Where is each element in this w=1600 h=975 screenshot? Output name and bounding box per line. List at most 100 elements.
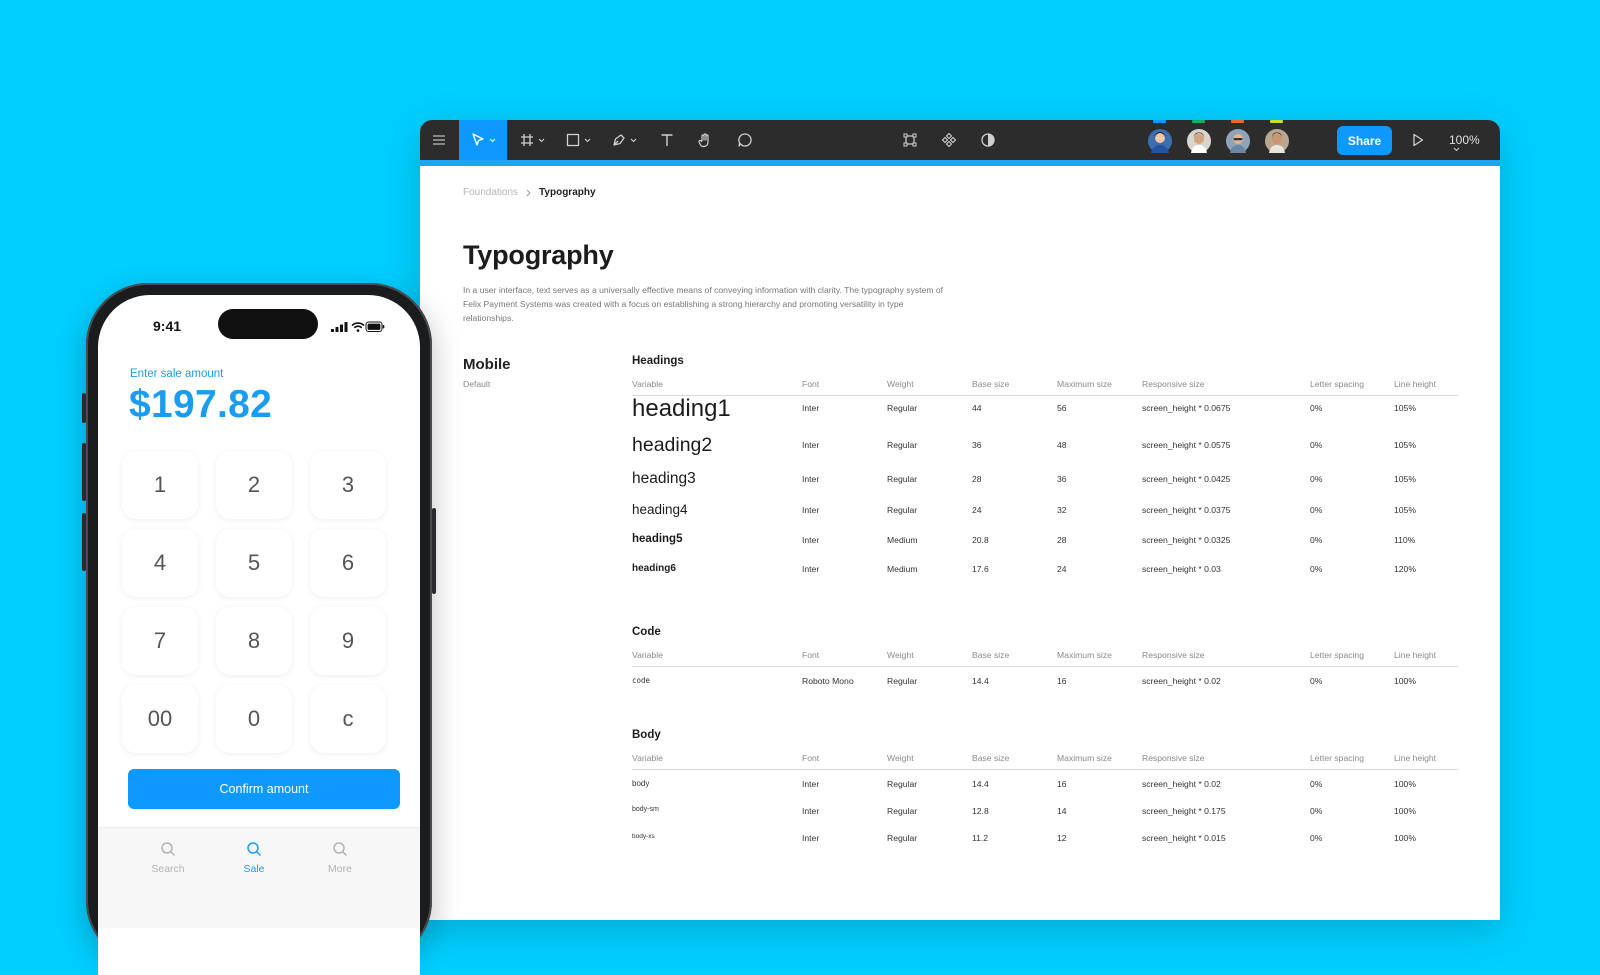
keypad-key-2[interactable]: 2 — [216, 451, 292, 519]
menu-icon[interactable] — [420, 120, 458, 160]
shape-tool-button[interactable] — [560, 120, 596, 160]
page-title: Typography — [463, 240, 614, 270]
move-tool-button[interactable] — [459, 120, 507, 160]
keypad-key-9[interactable]: 9 — [310, 607, 386, 675]
cell-line-height: 100% — [1394, 806, 1416, 816]
search-icon — [247, 842, 261, 856]
confirm-amount-button[interactable]: Confirm amount — [128, 769, 400, 809]
cell-letter-spacing: 0% — [1310, 806, 1323, 816]
cell-base-size: 36 — [972, 440, 982, 450]
presence-indicator — [1192, 120, 1205, 123]
presence-indicator — [1153, 120, 1166, 123]
chevron-down-icon — [489, 138, 496, 142]
cell-variable: heading5 — [632, 533, 683, 545]
cell-base-size: 12.8 — [972, 806, 989, 816]
share-button[interactable]: Share — [1337, 126, 1392, 155]
column-header: Variable — [632, 753, 663, 763]
frame-tool-button[interactable] — [514, 120, 550, 160]
cell-variable: heading4 — [632, 502, 688, 517]
tab-label: Sale — [243, 863, 265, 875]
cell-responsive-size: screen_height * 0.03 — [1142, 564, 1221, 574]
cell-weight: Regular — [887, 403, 918, 413]
present-button[interactable] — [1405, 120, 1431, 160]
keypad-key-7[interactable]: 7 — [122, 607, 198, 675]
cell-base-size: 17.6 — [972, 564, 989, 574]
collaborator-avatar[interactable] — [1186, 120, 1212, 154]
chevron-down-icon — [584, 138, 591, 142]
cell-font: Roboto Mono — [802, 676, 854, 686]
pen-tool-button[interactable] — [606, 120, 642, 160]
cell-weight: Regular — [887, 676, 918, 686]
tab-more[interactable]: More — [310, 841, 370, 875]
tab-search[interactable]: Search — [138, 841, 198, 875]
cell-font: Inter — [802, 505, 820, 515]
tab-sale[interactable]: Sale — [224, 841, 284, 875]
transform-button[interactable] — [895, 120, 925, 160]
keypad-key-1[interactable]: 1 — [122, 451, 198, 519]
components-button[interactable] — [934, 120, 964, 160]
keypad-key-00[interactable]: 00 — [122, 685, 198, 753]
cell-letter-spacing: 0% — [1310, 505, 1323, 515]
column-header: Weight — [887, 650, 914, 660]
table-title: Code — [632, 626, 661, 638]
breadcrumb: Foundations Typography — [463, 187, 596, 198]
zoom-dropdown[interactable]: 100% — [1449, 133, 1480, 152]
cell-variable: heading3 — [632, 470, 696, 487]
cell-base-size: 24 — [972, 505, 982, 515]
collaborator-avatar[interactable] — [1147, 120, 1173, 154]
comment-tool-button[interactable] — [730, 120, 760, 160]
cell-variable: heading1 — [632, 395, 731, 422]
cell-line-height: 105% — [1394, 440, 1416, 450]
frame-tool-icon — [521, 134, 533, 146]
breadcrumb-item[interactable]: Foundations — [463, 187, 518, 198]
contrast-button[interactable] — [973, 120, 1003, 160]
hand-tool-button[interactable] — [690, 120, 720, 160]
cell-responsive-size: screen_height * 0.0325 — [1142, 535, 1231, 545]
cell-responsive-size: screen_height * 0.02 — [1142, 676, 1221, 686]
column-header: Letter spacing — [1310, 379, 1364, 389]
cell-responsive-size: screen_height * 0.0675 — [1142, 403, 1231, 413]
cell-responsive-size: screen_height * 0.02 — [1142, 779, 1221, 789]
keypad-key-6[interactable]: 6 — [310, 529, 386, 597]
components-icon — [941, 132, 957, 148]
text-tool-icon — [661, 134, 673, 146]
chevron-right-icon — [526, 189, 531, 196]
body-table: Body Variable Font Weight Base size Maxi… — [632, 729, 1458, 859]
column-header: Responsive size — [1142, 379, 1205, 389]
keypad-key-4[interactable]: 4 — [122, 529, 198, 597]
keypad-key-8[interactable]: 8 — [216, 607, 292, 675]
section-title: Mobile — [463, 356, 511, 373]
tab-label: More — [328, 863, 352, 875]
cell-base-size: 14.4 — [972, 676, 989, 686]
column-header: Base size — [972, 650, 1010, 660]
column-header: Maximum size — [1057, 753, 1112, 763]
cell-base-size: 20.8 — [972, 535, 989, 545]
wifi-icon — [351, 322, 365, 332]
keypad-key-3[interactable]: 3 — [310, 451, 386, 519]
dynamic-island — [218, 309, 318, 339]
column-header: Weight — [887, 753, 914, 763]
column-header: Letter spacing — [1310, 650, 1364, 660]
text-tool-button[interactable] — [652, 120, 682, 160]
cell-font: Inter — [802, 833, 820, 843]
cell-line-height: 105% — [1394, 403, 1416, 413]
pen-tool-icon — [613, 134, 625, 146]
column-header: Font — [802, 379, 820, 389]
cell-variable: heading2 — [632, 434, 713, 456]
cell-font: Inter — [802, 806, 820, 816]
cell-line-height: 100% — [1394, 779, 1416, 789]
cell-max-size: 24 — [1057, 564, 1067, 574]
column-header: Base size — [972, 379, 1010, 389]
cell-line-height: 110% — [1394, 535, 1416, 545]
design-tool-window: Share 100% Foundations Typography Typogr… — [420, 120, 1500, 920]
keypad-key-clear[interactable]: c — [310, 685, 386, 753]
cell-letter-spacing: 0% — [1310, 535, 1323, 545]
keypad-key-0[interactable]: 0 — [216, 685, 292, 753]
mute-switch — [82, 393, 86, 423]
phone-mockup: 9:41 Enter sale amount $197.82 1 2 3 4 5… — [82, 283, 436, 975]
column-header: Line height — [1394, 753, 1437, 763]
collaborator-avatar[interactable] — [1264, 120, 1290, 154]
collaborator-avatar[interactable] — [1225, 120, 1251, 154]
keypad-key-5[interactable]: 5 — [216, 529, 292, 597]
cell-line-height: 105% — [1394, 474, 1416, 484]
